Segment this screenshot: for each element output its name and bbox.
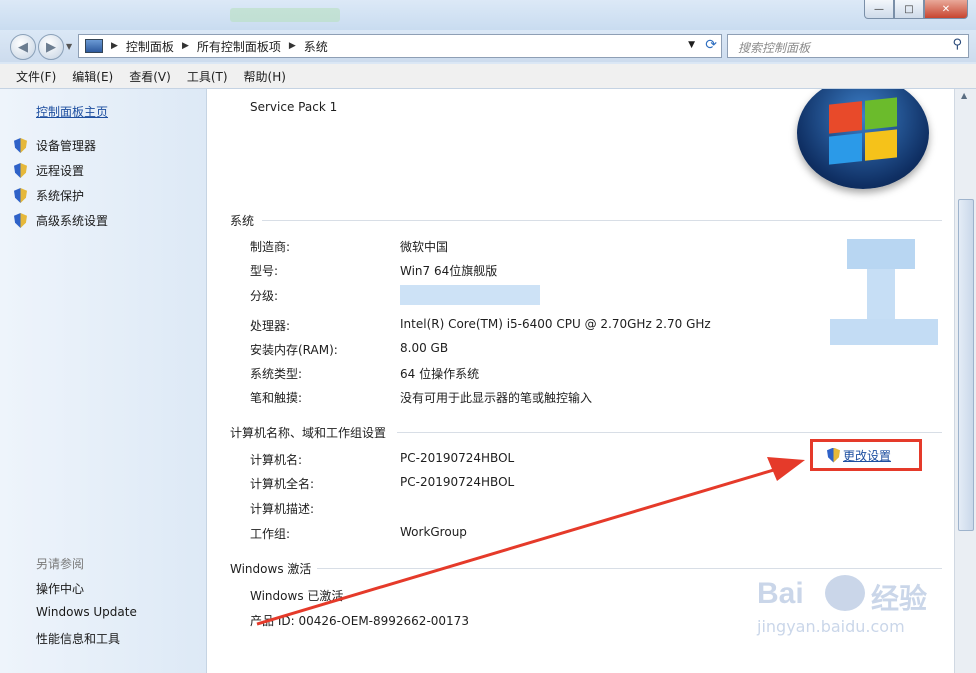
main-content: Service Pack 1 系统 制造商: 微软中国 型号: Win7 64位… <box>207 89 954 673</box>
search-icon[interactable]: ⚲ <box>952 37 962 52</box>
sidebar-item-advanced-settings[interactable]: 高级系统设置 <box>14 212 108 229</box>
paw-icon <box>825 575 865 611</box>
sidebar-item-label: 远程设置 <box>36 164 85 178</box>
control-panel-home-link[interactable]: 控制面板主页 <box>36 103 108 120</box>
forward-arrow-icon: ▶ <box>46 39 56 55</box>
watermark-brand: Bai <box>757 577 804 610</box>
sidebar-item-system-protection[interactable]: 系统保护 <box>14 187 84 204</box>
sidebar-item-label: 设备管理器 <box>36 139 97 153</box>
shield-icon <box>14 188 27 203</box>
chevron-right-icon[interactable]: ▶ <box>289 41 296 51</box>
control-panel-icon <box>85 39 103 53</box>
shield-icon <box>14 213 27 228</box>
action-center-link[interactable]: 操作中心 <box>36 580 84 597</box>
menu-tools[interactable]: 工具(T) <box>187 68 228 85</box>
menu-bar: 文件(F) 编辑(E) 查看(V) 工具(T) 帮助(H) <box>0 64 976 89</box>
menu-view[interactable]: 查看(V) <box>129 68 171 85</box>
navigation-bar: ◀ ▶ ▼ ▶ 控制面板 ▶ 所有控制面板项 ▶ 系统 ▼ ⟳ 搜索控制面板 ⚲ <box>0 30 976 62</box>
menu-edit[interactable]: 编辑(E) <box>72 68 113 85</box>
back-button[interactable]: ◀ <box>10 34 36 60</box>
breadcrumb-system[interactable]: 系统 <box>304 38 328 55</box>
sidebar-item-device-manager[interactable]: 设备管理器 <box>14 137 96 154</box>
scroll-up-icon[interactable]: ▲ <box>961 91 967 100</box>
title-bar: — □ ✕ <box>0 0 976 30</box>
windows-update-link[interactable]: Windows Update <box>36 605 137 619</box>
search-placeholder: 搜索控制面板 <box>738 41 811 55</box>
menu-file[interactable]: 文件(F) <box>16 68 56 85</box>
window-controls: — □ ✕ <box>864 0 968 19</box>
close-button[interactable]: ✕ <box>924 0 968 19</box>
shield-icon <box>14 163 27 178</box>
address-dropdown-icon[interactable]: ▼ <box>688 40 695 50</box>
address-bar[interactable]: ▶ 控制面板 ▶ 所有控制面板项 ▶ 系统 ▼ ⟳ <box>78 34 722 58</box>
minimize-button[interactable]: — <box>864 0 894 19</box>
maximize-button[interactable]: □ <box>894 0 924 19</box>
refresh-icon[interactable]: ⟳ <box>705 37 717 53</box>
back-arrow-icon: ◀ <box>18 39 28 55</box>
menu-help[interactable]: 帮助(H) <box>244 68 286 85</box>
see-also-heading: 另请参阅 <box>36 557 85 571</box>
sidebar-item-remote-settings[interactable]: 远程设置 <box>14 162 84 179</box>
breadcrumb-all-items[interactable]: 所有控制面板项 <box>197 38 281 55</box>
vertical-scrollbar[interactable]: ▲ <box>954 89 976 673</box>
scroll-thumb[interactable] <box>958 199 974 531</box>
shield-icon <box>14 138 27 153</box>
performance-tools-link[interactable]: 性能信息和工具 <box>36 630 120 647</box>
chevron-right-icon[interactable]: ▶ <box>182 41 189 51</box>
recent-pages-dropdown-icon[interactable]: ▼ <box>66 42 72 51</box>
sidebar-item-label: 系统保护 <box>36 189 85 203</box>
blurred-window-title <box>230 8 340 22</box>
watermark-brand2: 经验 <box>871 582 928 615</box>
sidebar-item-label: 高级系统设置 <box>36 214 109 228</box>
forward-button[interactable]: ▶ <box>38 34 64 60</box>
chevron-right-icon[interactable]: ▶ <box>111 41 118 51</box>
baidu-watermark: Bai 经验 jingyan.baidu.com <box>747 567 947 657</box>
watermark-url: jingyan.baidu.com <box>757 617 905 636</box>
search-input[interactable]: 搜索控制面板 ⚲ <box>727 34 969 58</box>
breadcrumb-control-panel[interactable]: 控制面板 <box>126 38 174 55</box>
sidebar: 控制面板主页 设备管理器 远程设置 系统保护 高级系统设置 另请参阅 操作中心 … <box>0 89 207 673</box>
